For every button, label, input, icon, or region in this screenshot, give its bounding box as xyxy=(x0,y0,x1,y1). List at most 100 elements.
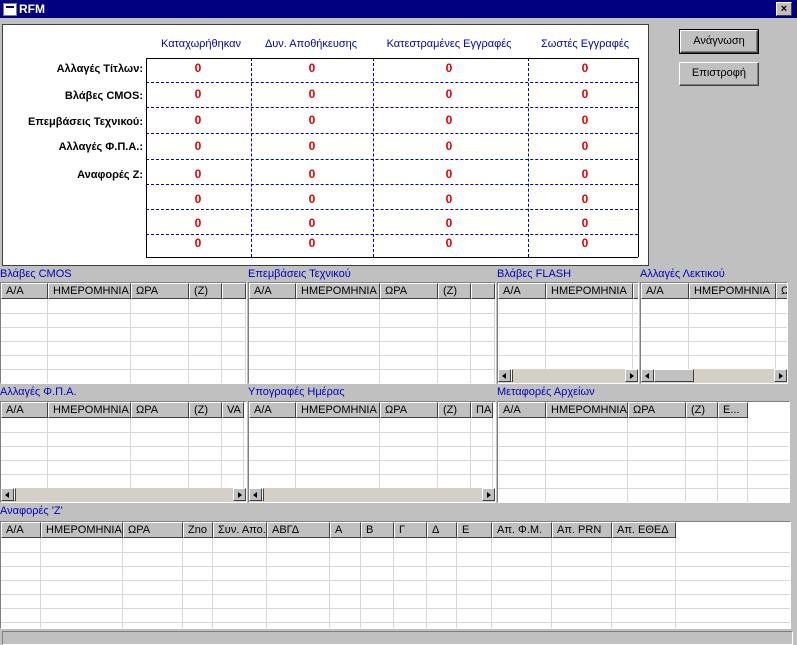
lexicon-changes-grid[interactable]: Α/ΑΗΜΕΡΟΜΗΝΙΑΩ xyxy=(640,282,788,384)
column-header[interactable]: ΗΜΕΡΟΜΗΝΙΑ xyxy=(296,402,380,418)
column-header[interactable]: ΠΑ xyxy=(471,402,493,418)
grid-row-line xyxy=(498,446,789,447)
grid-row-line xyxy=(1,622,790,623)
column-header-registered: Καταχωρήθηκαν xyxy=(160,38,242,50)
column-header[interactable]: Ε... xyxy=(718,402,748,418)
column-header[interactable]: Ω xyxy=(633,283,638,299)
scroll-thumb[interactable] xyxy=(262,488,264,501)
column-header[interactable]: ΩΡΑ xyxy=(131,402,189,418)
close-button[interactable]: × xyxy=(776,2,792,16)
z-reports-grid[interactable]: Α/Α ΗΜΕΡΟΜΗΝΙΑ ΩΡΑ Zno Συν. Απο... ΑΒΓΔ Α Β Γ Δ Ε Α… xyxy=(0,521,791,629)
scroll-right-icon[interactable] xyxy=(233,488,246,501)
column-header[interactable]: ΩΡΑ xyxy=(123,522,183,538)
grid-column-line xyxy=(632,299,633,369)
horizontal-scrollbar[interactable] xyxy=(641,369,787,383)
scroll-right-icon[interactable] xyxy=(625,369,638,382)
column-header[interactable]: (Ζ) xyxy=(438,283,471,299)
column-header[interactable]: (Ζ) xyxy=(438,402,471,418)
column-header[interactable]: Ω xyxy=(776,283,787,299)
grid-row-line xyxy=(498,432,789,433)
grid-row-line xyxy=(249,446,495,447)
column-header[interactable]: ΗΜΕΡΟΜΗΝΙΑ xyxy=(48,283,131,299)
column-header[interactable]: Απ. PRN xyxy=(552,522,612,538)
horizontal-scrollbar[interactable] xyxy=(498,369,638,383)
column-header[interactable]: Γ xyxy=(394,522,427,538)
file-transfers-grid[interactable]: Α/Α ΗΜΕΡΟΜΗΝΙΑ ΩΡΑ (Ζ) Ε... xyxy=(497,401,790,503)
column-header[interactable]: ΗΜΕΡΟΜΗΝΙΑ xyxy=(296,283,380,299)
column-header[interactable]: ΗΜΕΡΟΜΗΝΙΑ xyxy=(546,283,633,299)
column-header[interactable]: ΩΡΑ xyxy=(628,402,686,418)
column-header[interactable]: Α/Α xyxy=(1,402,48,418)
lexicon-changes-grid-label: Αλλαγές Λεκτικού xyxy=(640,268,725,280)
summary-value: 0 xyxy=(445,61,453,75)
column-header[interactable]: Β xyxy=(361,522,394,538)
grid-row-line xyxy=(1,446,246,447)
column-header[interactable]: ΩΡΑ xyxy=(380,402,438,418)
column-header[interactable]: ΗΜΕΡΟΜΗΝΙΑ xyxy=(546,402,628,418)
scroll-thumb[interactable] xyxy=(14,488,16,501)
read-button[interactable]: Ανάγνωση xyxy=(679,29,759,54)
scroll-right-icon[interactable] xyxy=(482,488,495,501)
grid-column-line xyxy=(47,418,48,488)
vat-changes-grid[interactable]: Α/Α ΗΜΕΡΟΜΗΝΙΑ ΩΡΑ (Ζ) VA xyxy=(0,401,247,503)
scroll-thumb[interactable] xyxy=(511,369,513,382)
grid-column-line xyxy=(188,418,189,488)
column-header[interactable]: VA xyxy=(222,402,244,418)
scroll-left-icon[interactable] xyxy=(249,488,262,501)
column-header[interactable]: Απ. Φ.Μ. xyxy=(492,522,552,538)
column-header[interactable]: Α/Α xyxy=(641,283,689,299)
day-signatures-grid[interactable]: Α/Α ΗΜΕΡΟΜΗΝΙΑ ΩΡΑ (Ζ) ΠΑ xyxy=(248,401,496,503)
grid-column-line xyxy=(426,538,427,628)
column-header[interactable]: (Ζ) xyxy=(189,283,222,299)
summary-value: 0 xyxy=(308,61,316,75)
column-header[interactable]: Α/Α xyxy=(249,283,296,299)
back-button[interactable]: Επιστροφή xyxy=(679,62,759,86)
grid-row-line xyxy=(249,355,495,356)
column-header[interactable]: Α xyxy=(330,522,361,538)
column-header[interactable]: Α/Α xyxy=(1,522,41,538)
table-top-border xyxy=(146,58,638,59)
summary-value: 0 xyxy=(194,167,202,181)
column-header[interactable]: Απ. ΕΘΕΔ xyxy=(612,522,676,538)
column-header[interactable]: (Ζ) xyxy=(189,402,222,418)
column-header[interactable]: Α/Α xyxy=(249,402,296,418)
scroll-thumb[interactable] xyxy=(654,369,694,382)
grid-header: Α/Α ΗΜΕΡΟΜΗΝΙΑ ΩΡΑ (Ζ) xyxy=(249,283,495,299)
technician-grid[interactable]: Α/Α ΗΜΕΡΟΜΗΝΙΑ ΩΡΑ (Ζ) xyxy=(248,282,496,384)
grid-column-line xyxy=(437,418,438,488)
column-header[interactable] xyxy=(222,283,246,299)
column-header[interactable]: Zno xyxy=(183,522,213,538)
grid-row-line xyxy=(498,474,789,475)
cmos-faults-grid[interactable]: Α/Α ΗΜΕΡΟΜΗΝΙΑ ΩΡΑ (Ζ) xyxy=(0,282,247,384)
column-header[interactable]: ΩΡΑ xyxy=(380,283,438,299)
scroll-right-icon[interactable] xyxy=(774,369,787,382)
column-header[interactable]: Α/Α xyxy=(498,402,546,418)
scroll-left-icon[interactable] xyxy=(1,488,14,501)
grid-column-line xyxy=(188,299,189,383)
horizontal-scrollbar[interactable] xyxy=(249,488,495,502)
column-header[interactable]: ΗΜΕΡΟΜΗΝΙΑ xyxy=(41,522,123,538)
column-header[interactable]: ΑΒΓΔ xyxy=(267,522,330,538)
grid-row-line xyxy=(249,369,495,370)
window-title: RFM xyxy=(19,2,45,16)
column-header[interactable]: Α/Α xyxy=(498,283,546,299)
column-header[interactable]: ΩΡΑ xyxy=(131,283,189,299)
row-label-vat-changes: Αλλαγές Φ.Π.Α.: xyxy=(58,141,143,153)
column-header[interactable]: (Ζ) xyxy=(686,402,718,418)
flash-faults-grid[interactable]: Α/ΑΗΜΕΡΟΜΗΝΙΑΩ xyxy=(497,282,639,384)
column-divider xyxy=(251,58,252,257)
scroll-left-icon[interactable] xyxy=(641,369,654,382)
column-header[interactable]: Δ xyxy=(427,522,457,538)
column-header[interactable]: ΗΜΕΡΟΜΗΝΙΑ xyxy=(48,402,131,418)
scroll-left-icon[interactable] xyxy=(498,369,511,382)
column-header[interactable]: Συν. Απο... xyxy=(213,522,267,538)
column-header[interactable]: ΗΜΕΡΟΜΗΝΙΑ xyxy=(689,283,776,299)
title-bar[interactable]: RFM × xyxy=(0,0,797,18)
column-header[interactable]: Α/Α xyxy=(1,283,48,299)
summary-value: 0 xyxy=(194,236,202,250)
grid-row-line xyxy=(249,341,495,342)
grid-column-line xyxy=(122,538,123,628)
column-header[interactable]: Ε xyxy=(457,522,492,538)
horizontal-scrollbar[interactable] xyxy=(1,488,246,502)
column-header[interactable] xyxy=(471,283,495,299)
